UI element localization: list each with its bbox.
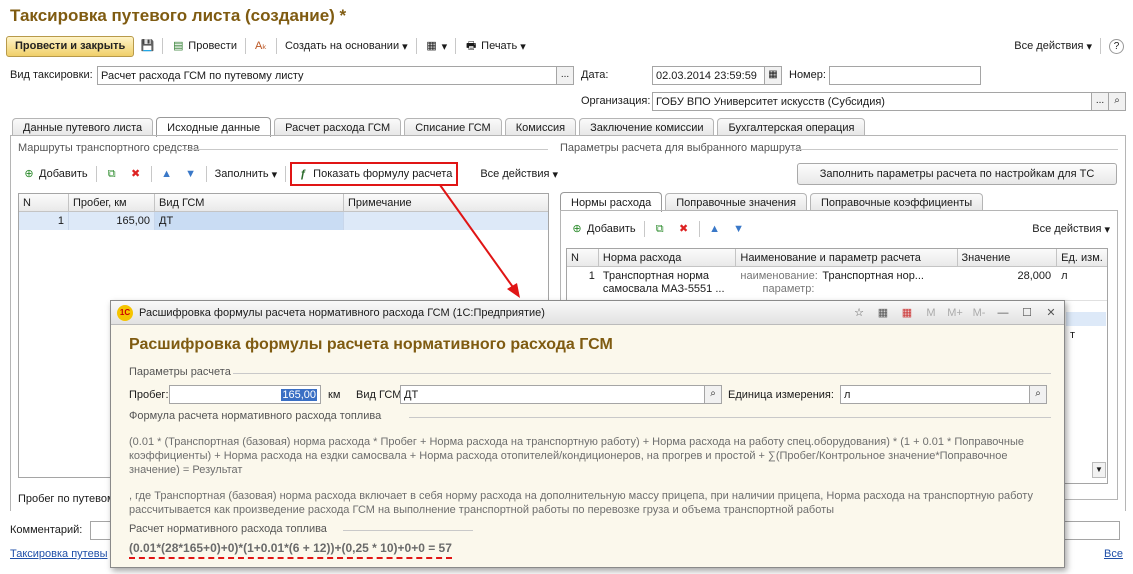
search-icon: ⌕: [710, 388, 716, 399]
formula-text: (0.01 * (Транспортная (базовая) норма ра…: [129, 436, 1025, 476]
formula-note: , где Транспортная (базовая) норма расхо…: [129, 490, 1033, 516]
mileage-field[interactable]: 165,00: [169, 385, 321, 404]
calc-result: (0.01*(28*165+0)+0)*(1+0.01*(6 + 12))+(0…: [129, 541, 452, 559]
mileage-value: 165,00: [281, 388, 317, 401]
maximize-icon[interactable]: ☐: [1018, 305, 1036, 321]
close-icon[interactable]: ✕: [1042, 305, 1060, 321]
fuel-label: Вид ГСМ:: [356, 389, 405, 401]
calculator-icon[interactable]: ▦: [874, 305, 892, 321]
mileage-label: Пробег:: [129, 389, 169, 401]
calendar-icon[interactable]: ▦: [898, 305, 916, 321]
fuel-search-button[interactable]: ⌕: [705, 385, 722, 404]
fuel-field[interactable]: ДТ: [400, 385, 705, 404]
km-label: км: [328, 389, 341, 401]
app-logo-icon: 1С: [117, 304, 133, 321]
memory-minus-button[interactable]: M-: [970, 305, 988, 321]
formula-dialog: 1С Расшифровка формулы расчета нормативн…: [110, 300, 1065, 568]
favorite-icon[interactable]: ☆: [850, 305, 868, 321]
formula-section-title: Формула расчета нормативного расхода топ…: [129, 410, 382, 422]
calc-section-title: Расчет нормативного расхода топлива: [129, 523, 327, 535]
params-section-title: Параметры расчета: [129, 366, 231, 378]
minimize-icon[interactable]: —: [994, 305, 1012, 321]
memory-m-button[interactable]: M: [922, 305, 940, 321]
dialog-titlebar: 1С Расшифровка формулы расчета нормативн…: [111, 301, 1064, 325]
search-icon: ⌕: [1035, 388, 1041, 399]
unit-label: Единица измерения:: [728, 389, 834, 401]
unit-search-button[interactable]: ⌕: [1030, 385, 1047, 404]
memory-plus-button[interactable]: M+: [946, 305, 964, 321]
unit-field[interactable]: л: [840, 385, 1030, 404]
dialog-heading: Расшифровка формулы расчета нормативного…: [129, 336, 613, 353]
dialog-window-title: Расшифровка формулы расчета нормативного…: [139, 306, 545, 319]
